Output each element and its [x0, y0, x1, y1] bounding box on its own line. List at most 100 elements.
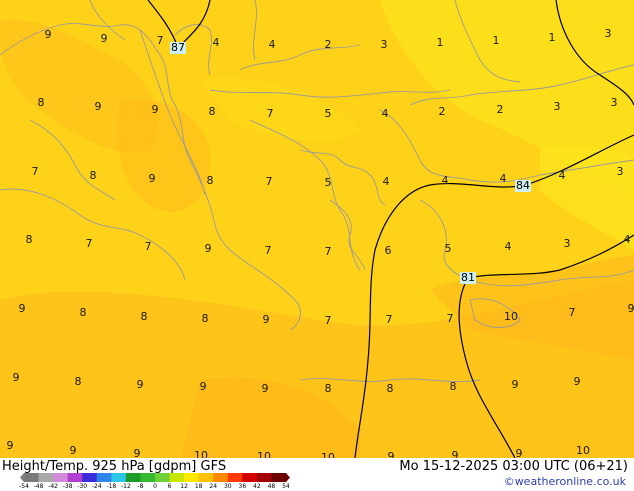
- temperature-value: 8: [450, 381, 457, 393]
- temperature-value: 8: [387, 383, 394, 395]
- temperature-value: 1: [437, 37, 444, 49]
- temperature-value: 1: [549, 32, 556, 44]
- temperature-value: 9: [516, 448, 523, 458]
- temperature-value: 7: [265, 245, 272, 257]
- temperature-value: 2: [497, 104, 504, 116]
- scale-swatch: [271, 473, 286, 482]
- isoline-label: 81: [460, 272, 476, 284]
- scale-swatch: [24, 473, 39, 482]
- temperature-value: 8: [207, 175, 214, 187]
- scale-swatch: [242, 473, 257, 482]
- scale-swatch: [39, 473, 54, 482]
- temperature-value: 4: [269, 39, 276, 51]
- scale-tick-label: 6: [168, 483, 172, 490]
- temperature-value: 8: [80, 307, 87, 319]
- temperature-value: 7: [386, 314, 393, 326]
- temperature-value: 3: [611, 97, 618, 109]
- scale-tick-label: -24: [92, 483, 102, 490]
- scale-swatch: [68, 473, 83, 482]
- temperature-value: 8: [202, 313, 209, 325]
- temperature-value: 3: [381, 39, 388, 51]
- temperature-value: 10: [504, 311, 518, 323]
- temperature-value: 3: [617, 166, 624, 178]
- scale-swatch: [170, 473, 185, 482]
- temperature-value: 4: [213, 37, 220, 49]
- temperature-value: 9: [263, 314, 270, 326]
- temperature-value: 9: [45, 29, 52, 41]
- scale-swatch: [53, 473, 68, 482]
- scale-swatch: [82, 473, 97, 482]
- temperature-value: 4: [624, 234, 631, 246]
- temperature-value: 4: [559, 170, 566, 182]
- temperature-value: 5: [445, 243, 452, 255]
- temperature-value: 7: [145, 241, 152, 253]
- scale-swatch: [199, 473, 214, 482]
- temperature-value: 9: [574, 376, 581, 388]
- temperature-value: 7: [32, 166, 39, 178]
- temperature-value: 9: [152, 104, 159, 116]
- scale-tick-label: 18: [195, 483, 203, 490]
- map-title: Height/Temp. 925 hPa [gdpm] GFS: [2, 459, 226, 474]
- temperature-value: 9: [134, 448, 141, 458]
- weather-map: 87 84 81 9 9 7 4 4 2 3 1 1 1 3 8 9 9 8 7…: [0, 0, 634, 458]
- temperature-value: 9: [101, 33, 108, 45]
- temperature-value: 4: [500, 173, 507, 185]
- temperature-value: 9: [205, 243, 212, 255]
- temperature-value: 2: [439, 106, 446, 118]
- scale-swatch: [213, 473, 228, 482]
- scale-swatch: [257, 473, 272, 482]
- temperature-value: 4: [382, 108, 389, 120]
- scale-swatch: [155, 473, 170, 482]
- temperature-value: 7: [157, 35, 164, 47]
- map-footer: Height/Temp. 925 hPa [gdpm] GFS Mo 15-12…: [0, 458, 634, 490]
- scale-swatch: [126, 473, 141, 482]
- temperature-value: 7: [447, 313, 454, 325]
- temperature-value: 6: [385, 245, 392, 257]
- scale-tick-label: -38: [63, 483, 73, 490]
- scale-tick-label: -12: [121, 483, 131, 490]
- scale-swatch: [140, 473, 155, 482]
- valid-time: Mo 15-12-2025 03:00 UTC (06+21): [399, 459, 628, 474]
- temperature-value: 9: [95, 101, 102, 113]
- temperature-value: 7: [325, 315, 332, 327]
- temperature-value: 3: [564, 238, 571, 250]
- temperature-value: 10: [576, 445, 590, 457]
- temperature-value: 3: [605, 28, 612, 40]
- credit-link[interactable]: ©weatheronline.co.uk: [504, 475, 626, 488]
- temperature-value: 9: [7, 440, 14, 452]
- temperature-value: 10: [194, 450, 208, 458]
- scale-swatch: [97, 473, 112, 482]
- scale-tick-label: 0: [153, 483, 157, 490]
- scale-tick-label: -48: [34, 483, 44, 490]
- temperature-value: 1: [493, 35, 500, 47]
- temperature-value: 7: [325, 246, 332, 258]
- temperature-value: 5: [325, 108, 332, 120]
- isoline-label: 84: [515, 180, 531, 192]
- temperature-value: 7: [569, 307, 576, 319]
- scale-tick-label: 12: [180, 483, 188, 490]
- scale-tick-label: 48: [268, 483, 276, 490]
- scale-right-arrow: [286, 473, 290, 482]
- scale-tick-label: -54: [19, 483, 29, 490]
- temperature-value: 9: [262, 383, 269, 395]
- temperature-value: 8: [38, 97, 45, 109]
- scale-tick-label: 54: [282, 483, 290, 490]
- map-canvas: [0, 0, 634, 458]
- scale-tick-label: 42: [253, 483, 261, 490]
- temperature-value: 9: [137, 379, 144, 391]
- temperature-value: 9: [512, 379, 519, 391]
- temperature-value: 9: [628, 303, 634, 315]
- temperature-value: 4: [442, 175, 449, 187]
- temperature-value: 8: [209, 106, 216, 118]
- temperature-value: 9: [200, 381, 207, 393]
- temperature-value: 4: [383, 176, 390, 188]
- scale-tick-label: -30: [77, 483, 87, 490]
- temperature-value: 9: [13, 372, 20, 384]
- temperature-value: 8: [90, 170, 97, 182]
- scale-tick-label: -8: [137, 483, 143, 490]
- temperature-value: 3: [554, 101, 561, 113]
- temperature-value: 9: [452, 450, 459, 458]
- temperature-value: 7: [86, 238, 93, 250]
- temperature-value: 9: [19, 303, 26, 315]
- temperature-value: 10: [257, 451, 271, 458]
